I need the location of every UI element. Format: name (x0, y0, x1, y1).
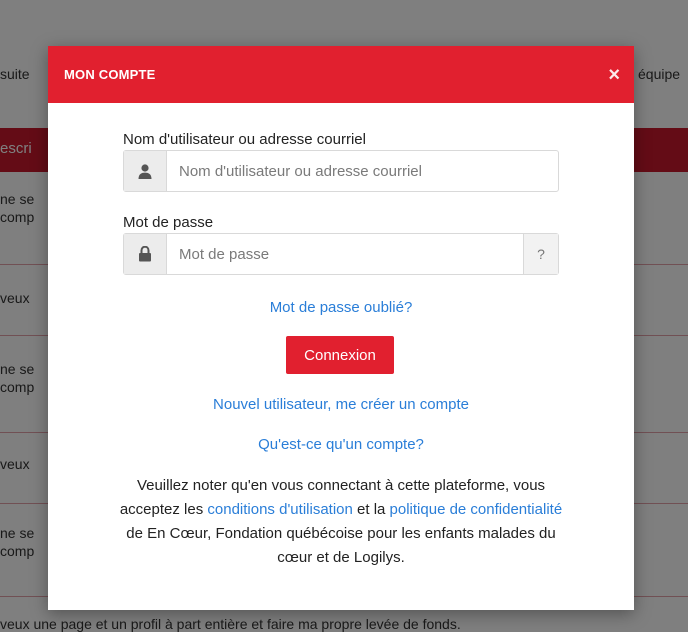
terms-notice: Veuillez noter qu'en vous connectant à c… (114, 474, 568, 570)
password-input-group: ? (123, 233, 559, 275)
account-modal: MON COMPTE × Nom d'utilisateur ou adress… (48, 46, 634, 610)
notice-text: de En Cœur, Fondation québécoise pour le… (126, 525, 556, 566)
lock-icon (124, 234, 167, 274)
notice-text: et la (352, 501, 390, 518)
forgot-password-link[interactable]: Mot de passe oublié? (123, 299, 559, 316)
question-icon: ? (537, 246, 545, 262)
username-label: Nom d'utilisateur ou adresse courriel (123, 131, 366, 148)
create-account-link[interactable]: Nouvel utilisateur, me créer un compte (123, 396, 559, 413)
login-button[interactable]: Connexion (286, 336, 394, 374)
password-input[interactable] (167, 234, 523, 274)
close-icon: × (608, 64, 620, 86)
username-input[interactable] (167, 151, 558, 191)
password-help-button[interactable]: ? (523, 234, 558, 274)
what-is-account-link[interactable]: Qu'est-ce qu'un compte? (123, 436, 559, 453)
terms-link[interactable]: conditions d'utilisation (207, 501, 352, 518)
modal-header: MON COMPTE × (48, 46, 634, 103)
close-button[interactable]: × (608, 65, 620, 85)
privacy-link[interactable]: politique de confidentialité (390, 501, 563, 518)
password-label: Mot de passe (123, 214, 214, 231)
username-input-group (123, 150, 559, 192)
user-icon (124, 151, 167, 191)
modal-title: MON COMPTE (64, 67, 156, 82)
